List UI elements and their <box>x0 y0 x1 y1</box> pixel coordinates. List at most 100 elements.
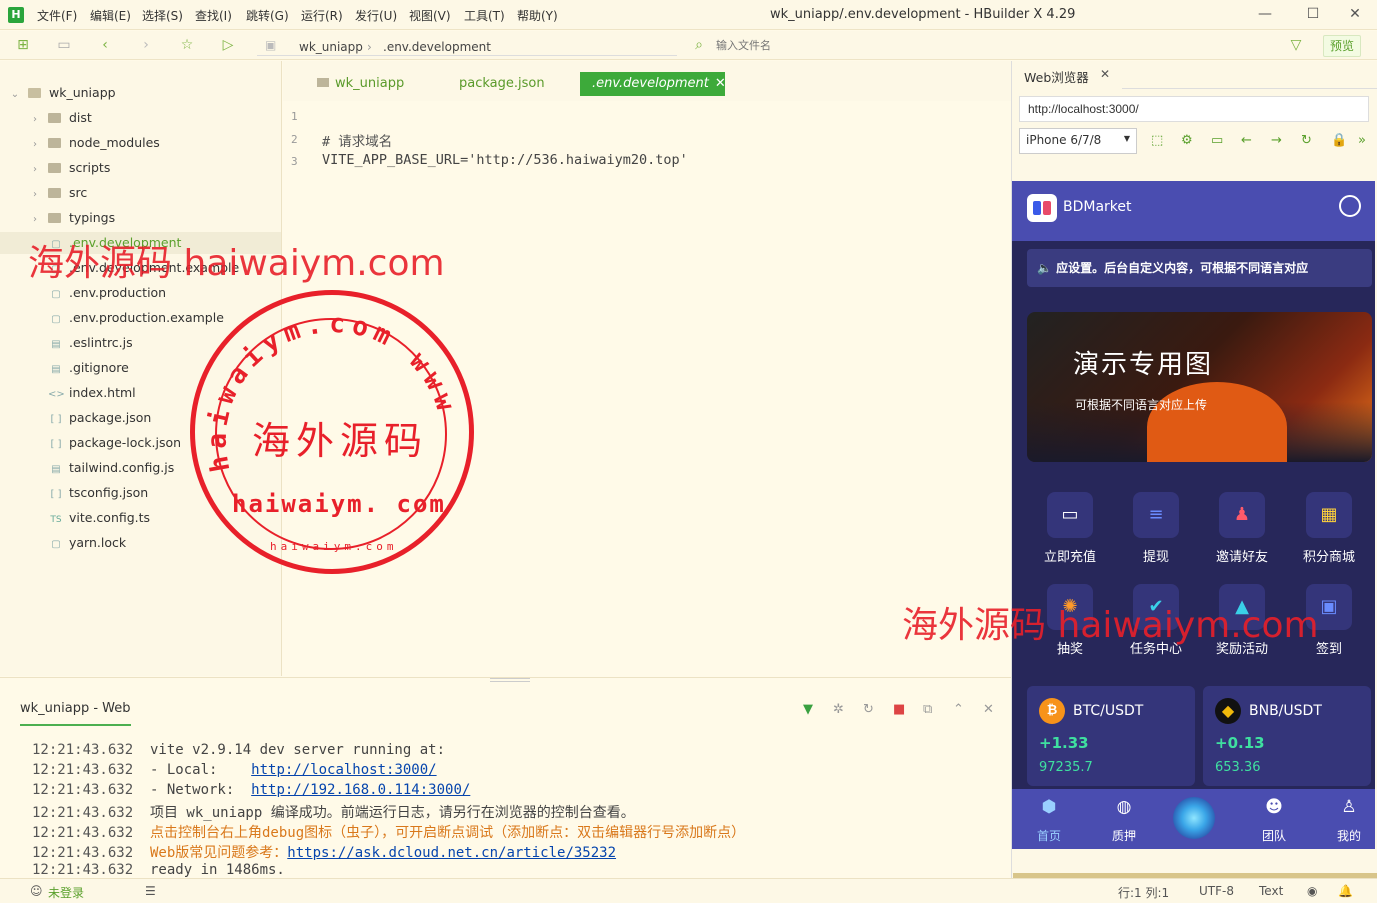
tree-item-src[interactable]: › src <box>28 182 87 204</box>
browser-tab[interactable]: Web浏览器 <box>1024 67 1089 86</box>
nav-home[interactable]: 首页 <box>1024 827 1074 844</box>
tree-item-package-json[interactable]: [ ] package.json <box>48 407 152 429</box>
tree-item-eslintrc[interactable]: ▤ .eslintrc.js <box>48 332 132 354</box>
more-chevrons-icon[interactable]: » <box>1358 133 1366 148</box>
back-icon[interactable]: ← <box>1241 133 1252 148</box>
tree-item-scripts[interactable]: › scripts <box>28 157 110 179</box>
coin-card-bnb[interactable]: ◆ BNB/USDT +0.13 653.36 <box>1203 686 1371 786</box>
horizontal-scrollbar[interactable] <box>1013 873 1377 878</box>
back-arrow-icon[interactable]: ‹ <box>96 36 114 54</box>
stop-icon[interactable]: ■ <box>893 702 905 717</box>
center-action-icon[interactable] <box>1173 797 1215 839</box>
star-icon[interactable]: ☆ <box>178 36 196 54</box>
menu-tools[interactable]: 工具(T) <box>464 7 505 24</box>
settings-gear-icon[interactable]: ⚙ <box>1181 133 1193 148</box>
filter-icon[interactable]: ▽ <box>1287 36 1305 54</box>
menu-find[interactable]: 查找(I) <box>195 7 232 24</box>
grid-label-invite[interactable]: 邀请好友 <box>1199 546 1285 565</box>
promo-banner[interactable]: 演示专用图 可根据不同语言对应上传 <box>1027 312 1372 462</box>
tree-item-node-modules[interactable]: › node_modules <box>28 132 160 154</box>
menu-file[interactable]: 文件(F) <box>37 7 77 24</box>
notice-bar[interactable]: 🔈 应设置。后台自定义内容，可根据不同语言对应 <box>1027 249 1372 287</box>
preview-button[interactable]: 预览 <box>1323 35 1361 57</box>
breadcrumb-item-project[interactable]: wk_uniapp <box>299 40 363 54</box>
breadcrumb-item-file[interactable]: .env.development <box>383 40 491 54</box>
vue-icon[interactable]: ▼ <box>803 702 813 717</box>
close-tab-icon[interactable]: ✕ <box>715 76 726 91</box>
line-number[interactable]: 2 <box>291 133 311 146</box>
list-icon[interactable]: ☰ <box>145 884 156 898</box>
menu-publish[interactable]: 发行(U) <box>355 7 397 24</box>
cursor-position[interactable]: 行:1 列:1 <box>1118 884 1169 901</box>
maximize-button[interactable]: ☐ <box>1302 4 1324 24</box>
menu-select[interactable]: 选择(S) <box>142 7 183 24</box>
withdraw-icon[interactable]: ≡ <box>1133 492 1179 538</box>
stake-icon[interactable]: ◍ <box>1099 797 1149 817</box>
menu-run[interactable]: 运行(R) <box>301 7 343 24</box>
chevron-up-icon[interactable]: ⌃ <box>953 702 964 717</box>
menu-view[interactable]: 视图(V) <box>409 7 451 24</box>
tree-root[interactable]: ⌄ wk_uniapp <box>8 82 116 104</box>
faq-link[interactable]: https://ask.dcloud.net.cn/article/35232 <box>287 845 616 861</box>
tree-item-yarn-lock[interactable]: ▢ yarn.lock <box>48 532 126 554</box>
tab-package-json[interactable]: package.json <box>447 72 557 96</box>
local-url-link[interactable]: http://localhost:3000/ <box>251 762 436 778</box>
points-mall-icon[interactable]: ▦ <box>1306 492 1352 538</box>
menu-goto[interactable]: 跳转(G) <box>246 7 289 24</box>
tree-item-dist[interactable]: › dist <box>28 107 92 129</box>
forward-arrow-icon[interactable]: › <box>137 36 155 54</box>
nav-team[interactable]: 团队 <box>1249 827 1299 844</box>
close-button[interactable]: ✕ <box>1344 4 1366 24</box>
console-icon[interactable]: ▭ <box>1211 133 1223 148</box>
tree-item-tsconfig-json[interactable]: [ ] tsconfig.json <box>48 482 149 504</box>
clear-console-icon[interactable]: ✕ <box>983 702 994 717</box>
grid-label-withdraw[interactable]: 提现 <box>1113 546 1199 565</box>
line-number[interactable]: 3 <box>291 155 311 168</box>
line-number[interactable]: 1 <box>291 110 311 123</box>
lock-icon[interactable]: 🔒 <box>1331 133 1347 148</box>
restart-icon[interactable]: ↻ <box>863 702 874 717</box>
recharge-icon[interactable]: ▭ <box>1047 492 1093 538</box>
forward-icon[interactable]: → <box>1271 133 1282 148</box>
new-file-icon[interactable]: ⊞ <box>14 36 32 54</box>
menu-edit[interactable]: 编辑(E) <box>90 7 131 24</box>
invite-friend-icon[interactable]: ♟ <box>1219 492 1265 538</box>
tree-item-package-lock-json[interactable]: [ ] package-lock.json <box>48 432 182 454</box>
profile-icon[interactable]: ♙ <box>1324 797 1374 817</box>
file-name-input[interactable] <box>716 36 1276 56</box>
tab-wk-uniapp[interactable]: wk_uniapp <box>305 72 416 96</box>
debug-bug-icon[interactable]: ✲ <box>833 702 844 717</box>
login-status[interactable]: 未登录 <box>48 884 84 901</box>
close-browser-icon[interactable]: ✕ <box>1100 67 1110 81</box>
home-cube-icon[interactable]: ⬢ <box>1024 797 1074 817</box>
tree-item-gitignore[interactable]: ▤ .gitignore <box>48 357 129 379</box>
rotate-icon[interactable]: ⬚ <box>1151 133 1163 148</box>
tab-env-development[interactable]: .env.development ✕ <box>580 72 726 96</box>
nav-stake[interactable]: 质押 <box>1099 827 1149 844</box>
grid-label-mall[interactable]: 积分商城 <box>1286 546 1372 565</box>
device-select[interactable]: iPhone 6/7/8 ▼ <box>1019 128 1137 154</box>
minimize-button[interactable]: — <box>1254 4 1276 24</box>
console-tab[interactable]: wk_uniapp - Web <box>20 701 131 726</box>
language-globe-icon[interactable] <box>1339 195 1361 217</box>
tree-item-typings[interactable]: › typings <box>28 207 115 229</box>
bell-icon[interactable]: 🔔 <box>1338 884 1353 898</box>
tree-item-index-html[interactable]: <> index.html <box>48 382 136 404</box>
resize-handle[interactable] <box>490 678 530 682</box>
refresh-icon[interactable]: ↻ <box>1301 133 1312 148</box>
save-icon[interactable]: ▭ <box>55 36 73 54</box>
team-icon[interactable]: ☻ <box>1249 797 1299 817</box>
tree-item-vite-config[interactable]: TS vite.config.ts <box>48 507 150 529</box>
grid-label-recharge[interactable]: 立即充值 <box>1027 546 1113 565</box>
network-url-link[interactable]: http://192.168.0.114:3000/ <box>251 782 470 798</box>
sync-icon[interactable]: ◉ <box>1307 884 1317 898</box>
coin-card-btc[interactable]: ₿ BTC/USDT +1.33 97235.7 <box>1027 686 1195 786</box>
syntax-mode[interactable]: Text <box>1259 884 1283 898</box>
nav-profile[interactable]: 我的 <box>1324 827 1374 844</box>
open-external-icon[interactable]: ⧉ <box>923 702 932 717</box>
menu-help[interactable]: 帮助(Y) <box>517 7 558 24</box>
tree-item-tailwind-config[interactable]: ▤ tailwind.config.js <box>48 457 174 479</box>
encoding[interactable]: UTF-8 <box>1199 884 1234 898</box>
url-input[interactable] <box>1019 96 1369 122</box>
run-icon[interactable]: ▷ <box>219 36 237 54</box>
